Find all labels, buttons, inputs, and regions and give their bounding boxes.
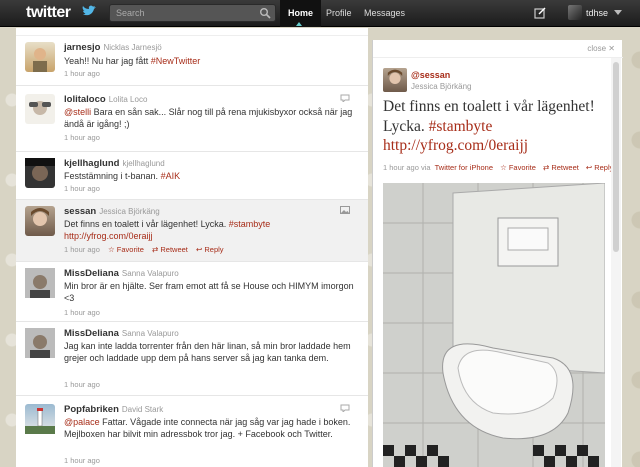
tweet-item[interactable]: jarnesjo Nicklas Jarnesjö Yeah!! Nu har j… [16,36,368,86]
tweet-item-selected[interactable]: sessan Jessica Björkäng Det finns en toal… [16,200,368,262]
url-link[interactable]: http://yfrog.com/0eraijj [64,231,153,241]
avatar[interactable] [25,268,55,298]
search-input[interactable]: Search [109,4,276,22]
tweet-full-name: David Stark [121,405,164,414]
nav-messages[interactable]: Messages [364,0,405,27]
compose-icon[interactable] [534,7,546,19]
username[interactable]: tdhse [586,8,608,18]
scrollbar-thumb[interactable] [613,62,619,252]
timeline-top-strip [16,28,368,36]
tweet-screen-name[interactable]: MissDeliana [64,268,119,279]
panel-header: close ✕ [373,40,623,58]
favorite-button[interactable]: Favorite [117,245,144,254]
bird-icon [82,5,96,16]
mention-link[interactable]: @stelli [64,107,91,117]
tweet-item[interactable]: MissDeliana Sanna Valapuro Jag kan inte l… [16,322,368,396]
tweet-screen-name[interactable]: Popfabriken [64,404,119,415]
tweet-photo[interactable] [383,183,605,467]
retweet-button[interactable]: Retweet [551,163,579,172]
tweet-time[interactable]: 1 hour ago [64,133,100,142]
hashtag-link[interactable]: #NewTwitter [151,56,201,66]
avatar[interactable] [25,404,55,434]
tweet-full-name: Jessica Björkäng [99,207,160,216]
tweet-full-name: Sanna Valapuro [121,269,179,278]
detail-meta: 1 hour ago via Twitter for iPhone ☆ Favor… [383,163,613,172]
detail-screen-name[interactable]: @sessan [411,70,450,80]
avatar[interactable] [25,42,55,72]
top-bar: twitter Search Home Profile Messages tdh… [0,0,640,27]
tweet-text: @stelli Bara en sån sak... Slår nog till… [64,107,353,129]
tweet-item[interactable]: MissDeliana Sanna Valapuro Min bror är en… [16,262,368,322]
timeline[interactable]: jarnesjo Nicklas Jarnesjö Yeah!! Nu har j… [16,36,368,467]
reply-indicator-icon [340,94,350,102]
avatar[interactable] [25,206,55,236]
tweet-detail-panel: close ✕ @sessan Jessica Björkäng Det fin… [372,40,623,467]
hashtag-link[interactable]: #stambyte [429,118,493,135]
detail-tweet-text: Det finns en toalett i vår lägenhet! Lyc… [383,98,595,154]
favorite-icon[interactable]: ☆ [108,245,115,254]
tweet-item[interactable]: lolitaloco Lolita Loco @stelli Bara en så… [16,86,368,152]
retweet-icon[interactable]: ⇄ [152,245,158,254]
retweet-icon[interactable]: ⇄ [543,163,549,172]
avatar[interactable] [25,158,55,188]
favorite-icon[interactable]: ☆ [500,163,507,172]
detail-avatar[interactable] [383,68,407,92]
mention-link[interactable]: @palace [64,417,100,427]
tweet-screen-name[interactable]: sessan [64,206,96,217]
twitter-logo[interactable]: twitter [26,4,71,22]
reply-indicator-icon [340,404,350,412]
tweet-screen-name[interactable]: MissDeliana [64,328,119,339]
reply-button[interactable]: Reply [204,245,223,254]
tweet-time[interactable]: 1 hour ago [64,184,100,193]
tweet-screen-name[interactable]: jarnesjo [64,42,100,53]
active-nav-indicator [296,22,302,26]
tweet-screen-name[interactable]: lolitaloco [64,94,106,105]
favorite-button[interactable]: Favorite [509,163,536,172]
tweet-full-name: kjellhaglund [122,159,165,168]
tweet-full-name: Lolita Loco [108,95,148,104]
retweet-button[interactable]: Retweet [160,245,188,254]
close-icon[interactable]: ✕ [608,44,615,53]
url-link[interactable]: http://yfrog.com/0eraijj [383,137,528,154]
tweet-text: Jag kan inte ladda torrenter från den hä… [64,341,351,363]
chevron-down-icon[interactable] [614,10,622,16]
hashtag-link[interactable]: #stambyte [229,219,271,229]
avatar[interactable] [25,94,55,124]
source-link[interactable]: Twitter for iPhone [435,163,493,172]
tweet-actions: 1 hour ago ☆ Favorite ⇄ Retweet ↩ Reply [64,245,224,254]
tweet-item[interactable]: kjellhaglund kjellhaglund Feststämning i … [16,152,368,200]
tweet-screen-name[interactable]: kjellhaglund [64,158,119,169]
tweet-time[interactable]: 1 hour ago [64,380,100,389]
tweet-text: Min bror är en hjälte. Ser fram emot att… [64,281,354,303]
nav-profile[interactable]: Profile [326,0,352,27]
detail-time[interactable]: 1 hour ago via [383,163,431,172]
tweet-text: Det finns en toalett i vår lägenhet! Lyc… [64,219,271,241]
reply-icon[interactable]: ↩ [586,163,592,172]
tweet-time[interactable]: 1 hour ago [64,456,100,465]
panel-scrollbar[interactable] [611,58,621,467]
tweet-full-name: Sanna Valapuro [121,329,179,338]
user-avatar[interactable] [568,5,582,20]
close-button[interactable]: close ✕ [587,44,615,53]
hashtag-link[interactable]: #AIK [161,171,181,181]
tweet-text: Feststämning i t-banan. #AIK [64,171,181,181]
detail-full-name: Jessica Björkäng [411,82,472,91]
tweet-text: Yeah!! Nu har jag fått #NewTwitter [64,56,201,66]
avatar[interactable] [25,328,55,358]
tweet-item[interactable]: Popfabriken David Stark @palace Fattar. V… [16,396,368,467]
tweet-text: @palace Fattar. Vågade inte connecta när… [64,417,351,439]
photo-indicator-icon [340,206,350,214]
reply-icon[interactable]: ↩ [196,245,202,254]
tweet-full-name: Nicklas Jarnesjö [103,43,162,52]
tweet-time[interactable]: 1 hour ago [64,69,100,78]
search-icon[interactable] [259,7,271,19]
tweet-time[interactable]: 1 hour ago [64,245,100,254]
tweet-time[interactable]: 1 hour ago [64,308,100,317]
